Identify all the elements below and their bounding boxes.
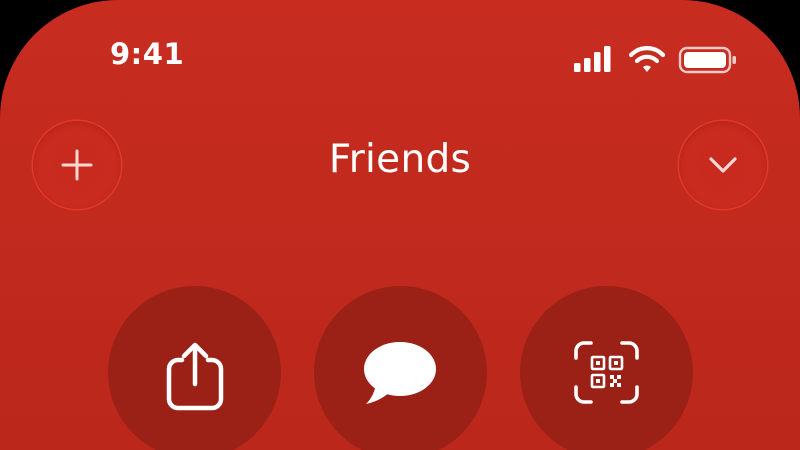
message-button[interactable] bbox=[314, 286, 487, 450]
battery-icon bbox=[678, 46, 736, 74]
share-icon bbox=[166, 342, 224, 411]
cellular-signal-icon bbox=[574, 46, 611, 72]
wifi-icon bbox=[628, 46, 666, 72]
message-bubble-icon bbox=[364, 342, 436, 404]
qr-code-button[interactable] bbox=[520, 286, 693, 450]
collapse-button[interactable] bbox=[679, 121, 767, 209]
phone-screen: 9:41 Friends bbox=[0, 0, 800, 450]
page-title: Friends bbox=[328, 137, 472, 182]
share-button[interactable] bbox=[108, 286, 281, 450]
status-time: 9:41 bbox=[110, 37, 185, 71]
status-icons bbox=[574, 46, 736, 74]
plus-icon bbox=[61, 149, 93, 181]
qr-code-icon bbox=[574, 341, 639, 404]
chevron-down-icon bbox=[709, 157, 737, 173]
add-friend-button[interactable] bbox=[33, 121, 121, 209]
